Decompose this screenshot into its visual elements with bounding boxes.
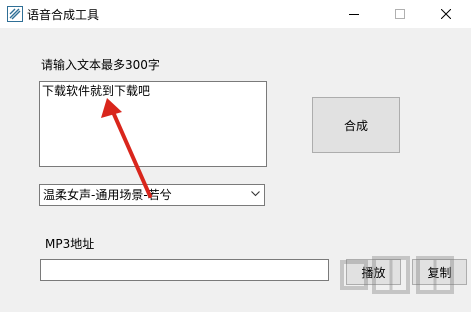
voice-select[interactable]: 温柔女声-通用场景-若兮 bbox=[39, 184, 265, 206]
play-button[interactable]: 播放 bbox=[346, 259, 401, 285]
chevron-down-icon bbox=[251, 191, 260, 197]
minimize-icon bbox=[349, 14, 359, 15]
minimize-button[interactable] bbox=[331, 0, 377, 28]
app-icon bbox=[7, 6, 23, 22]
voice-select-value: 温柔女声-通用场景-若兮 bbox=[43, 188, 172, 202]
text-input-label: 请输入文本最多300字 bbox=[41, 58, 160, 72]
synthesize-button[interactable]: 合成 bbox=[312, 97, 400, 153]
copy-button[interactable]: 复制 bbox=[412, 259, 467, 285]
mp3-address-input[interactable] bbox=[40, 259, 329, 281]
maximize-button[interactable] bbox=[377, 0, 423, 28]
title-bar: 语音合成工具 bbox=[0, 0, 471, 28]
text-input-area[interactable]: 下载软件就到下载吧 bbox=[39, 81, 267, 167]
window-title: 语音合成工具 bbox=[27, 8, 100, 22]
mp3-address-label: MP3地址 bbox=[45, 237, 95, 251]
maximize-icon bbox=[395, 9, 405, 19]
close-icon bbox=[441, 9, 451, 19]
close-button[interactable] bbox=[423, 0, 469, 28]
